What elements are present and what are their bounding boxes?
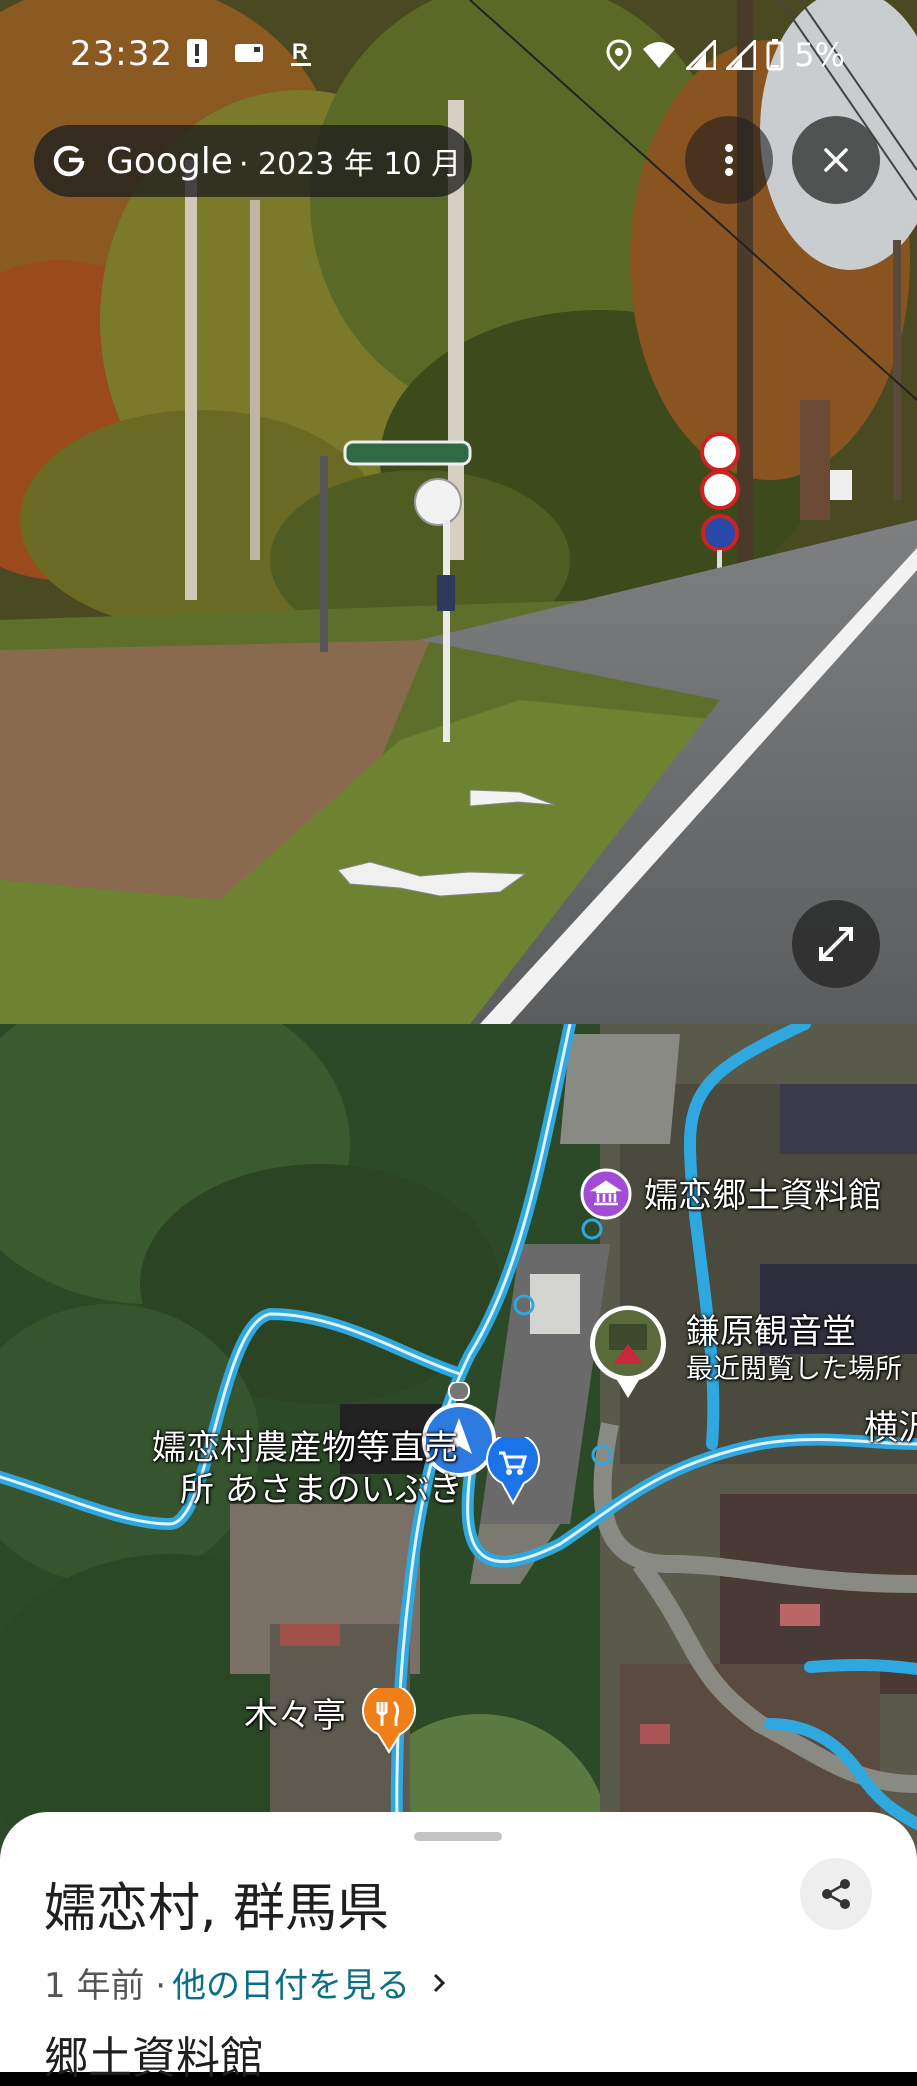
brand-label: Google bbox=[106, 140, 233, 182]
expand-button[interactable] bbox=[792, 900, 880, 988]
google-g-icon bbox=[53, 145, 85, 177]
close-icon bbox=[824, 148, 848, 172]
kannon-label[interactable]: 鎌原観音堂 bbox=[686, 1312, 856, 1352]
card-icon bbox=[235, 44, 263, 62]
status-icons-right: 5% bbox=[606, 36, 845, 74]
signal-icon bbox=[726, 40, 757, 70]
other-dates-link[interactable]: 他の日付を見る bbox=[172, 1958, 410, 2007]
share-icon bbox=[822, 1879, 850, 1909]
capture-date: · 2023 年 10 月 bbox=[238, 147, 462, 182]
street-view-panel[interactable]: 23:32 R 5% Google · 2023 年 10 月 bbox=[0, 0, 917, 1024]
share-button[interactable] bbox=[800, 1858, 872, 1930]
more-vert-icon bbox=[725, 144, 733, 176]
expand-icon bbox=[819, 927, 853, 961]
wifi-icon bbox=[643, 42, 676, 68]
chevron-right-icon[interactable] bbox=[428, 1972, 450, 1994]
sheet-drag-handle[interactable] bbox=[414, 1832, 502, 1841]
kannon-sublabel: 最近閲覧した場所 bbox=[686, 1354, 902, 1385]
imagery-source-pill[interactable]: Google · 2023 年 10 月 bbox=[34, 125, 472, 197]
next-section-text: 郷土資料館 bbox=[44, 2033, 264, 2084]
rakuten-r-icon: R bbox=[291, 39, 311, 66]
place-title: 嬬恋村, 群馬県 bbox=[44, 1879, 390, 1939]
kannon-photo-marker[interactable] bbox=[587, 1302, 669, 1400]
time-ago: 1 年前 · bbox=[44, 1966, 167, 2006]
museum-pin-icon[interactable] bbox=[580, 1168, 632, 1228]
museum-label[interactable]: 嬬恋郷土資料館 bbox=[644, 1176, 882, 1216]
shopping-cart-pin-icon[interactable] bbox=[486, 1437, 540, 1505]
market-label-line2[interactable]: 所 あさまのいぶき bbox=[180, 1470, 463, 1510]
battery-icon bbox=[766, 39, 784, 71]
more-options-button[interactable] bbox=[685, 116, 773, 204]
status-time: 23:32 bbox=[70, 34, 173, 74]
market-label-line1[interactable]: 嬬恋村農産物等直売 bbox=[152, 1428, 458, 1468]
status-icons-left: R bbox=[186, 38, 312, 68]
battery-level: 5% bbox=[794, 36, 845, 74]
restaurant-label[interactable]: 木々亭 bbox=[244, 1696, 346, 1736]
svg-text:R: R bbox=[292, 39, 308, 64]
restaurant-pin-icon[interactable] bbox=[362, 1688, 416, 1754]
place-meta: 1 年前 · 他の日付を見る bbox=[44, 1958, 450, 2007]
location-icon bbox=[606, 39, 632, 71]
close-button[interactable] bbox=[792, 116, 880, 204]
place-bottom-sheet[interactable]: 嬬恋村, 群馬県 1 年前 · 他の日付を見る 郷土資料館 bbox=[0, 1812, 917, 2084]
signal-icon bbox=[686, 40, 717, 70]
edge-label: 横沢 bbox=[864, 1408, 917, 1448]
alert-icon bbox=[187, 39, 207, 67]
status-bar: 23:32 R 5% bbox=[0, 0, 917, 108]
